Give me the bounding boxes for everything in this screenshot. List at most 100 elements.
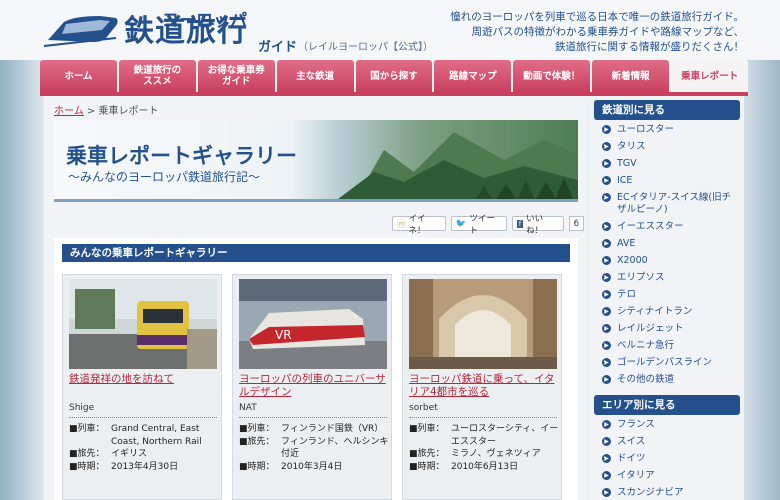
arrow-bullet-icon: ▶ — [602, 290, 611, 299]
meta-label: ■時期： — [409, 461, 445, 472]
meta-value: イギリス — [111, 449, 148, 459]
meta-value: 2010年3月4日 — [281, 461, 343, 472]
tagline-line: 鉄道旅行に関する情報が盛りだくさん！ — [555, 41, 744, 53]
meta-label: ■旅先： — [69, 449, 105, 459]
report-card[interactable]: ヨーロッパ鉄道に乗って、イタリア4都市を巡る sorbet ■列車： ユーロスター… — [402, 274, 562, 500]
report-card[interactable]: 鉄道発祥の地を訪ねて Shige ■列車： Grand Central, East… — [62, 274, 222, 500]
sidebar-railway-link[interactable]: ▶ シティナイトラン — [590, 304, 744, 321]
sidebar-area-label: イタリア — [617, 470, 655, 481]
meta-value: フィンランド、ヘルシンキ付近 — [281, 436, 389, 460]
mixi-like-button[interactable]: ⓜ イイネ！ — [392, 214, 446, 236]
sidebar-railway-link[interactable]: ▶ タリス — [590, 139, 744, 156]
tweet-label: ツイート — [469, 213, 495, 236]
sidebar-area-link[interactable]: ▶ ドイツ — [590, 451, 744, 468]
sidebar-railway-link[interactable]: ▶ ユーロスター — [590, 122, 744, 139]
sidebar-heading-by-area: エリア別に見る — [594, 395, 740, 415]
sidebar-area-link[interactable]: ▶ スカンジナビア — [590, 485, 744, 500]
train-photo-uk[interactable] — [69, 279, 217, 369]
arrow-bullet-icon: ▶ — [602, 375, 611, 384]
arrow-bullet-icon: ▶ — [602, 176, 611, 185]
railway-list: ▶ ユーロスター ▶ タリス ▶ TGV ▶ ICE ▶ ECイタリア-スイス線(旧チザルピーノ)… — [590, 122, 744, 389]
sidebar-railway-label: その他の鉄道 — [617, 374, 675, 385]
sidebar-railway-link[interactable]: ▶ イーエススター — [590, 219, 744, 236]
logo-title[interactable]: 鉄道旅行 — [124, 14, 248, 50]
sidebar-railway-link[interactable]: ▶ ECイタリア-スイス線(旧チザルピーノ) — [590, 190, 744, 219]
arrow-bullet-icon: ▶ — [602, 488, 611, 497]
nav-rail-travel-intro[interactable]: 鉄道旅行の ススメ — [118, 60, 196, 92]
report-title-link[interactable]: 鉄道発祥の地を訪ねて — [69, 373, 221, 386]
sidebar-railway-label: ベルニナ急行 — [617, 340, 675, 351]
meta-label: ■旅先： — [239, 436, 275, 447]
nav-video[interactable]: 動画で体験！ — [513, 60, 591, 92]
train-logo-icon[interactable] — [44, 12, 122, 50]
tagline-line: 周遊パスの特徴がわかる乗車券ガイドや路線マップなど、 — [471, 26, 744, 38]
sidebar-railway-link[interactable]: ▶ AVE — [590, 236, 744, 253]
sidebar-area-label: スカンジナビア — [617, 487, 684, 498]
breadcrumb-home-link[interactable]: ホーム — [54, 106, 84, 117]
meta-value: ミラノ、ヴェネツィア — [451, 449, 541, 459]
nav-ticket-guide[interactable]: お得な乗車券 ガイド — [197, 60, 275, 92]
sidebar-railway-label: テロ — [617, 289, 637, 300]
card-divider — [239, 417, 387, 418]
sidebar-railway-label: イーエススター — [617, 221, 684, 232]
sidebar-railway-label: シティナイトラン — [617, 306, 693, 317]
sidebar-railway-label: ECイタリア-スイス線(旧チザルピーノ) — [617, 192, 732, 215]
arrow-bullet-icon: ▶ — [602, 222, 611, 231]
arrow-bullet-icon: ▶ — [602, 437, 611, 446]
arrow-bullet-icon: ▶ — [602, 341, 611, 350]
nav-home[interactable]: ホーム — [40, 60, 117, 92]
logo-guide: ガイド — [258, 40, 298, 55]
facebook-icon: f — [516, 219, 524, 228]
sidebar-railway-label: X2000 — [617, 255, 648, 266]
facebook-like-button[interactable]: f いいね！ — [511, 214, 564, 236]
sidebar-railway-link[interactable]: ▶ ゴールデンパスライン — [590, 355, 744, 372]
sidebar-railway-label: レイルジェット — [617, 323, 684, 334]
arrow-bullet-icon: ▶ — [602, 358, 611, 367]
sidebar-railway-link[interactable]: ▶ TGV — [590, 156, 744, 173]
svg-text:VR: VR — [275, 328, 292, 342]
sidebar-railway-link[interactable]: ▶ ICE — [590, 173, 744, 190]
meta-value: ユーロスターシティ、イーエススター — [451, 424, 559, 447]
sidebar-area-link[interactable]: ▶ フランス — [590, 417, 744, 434]
report-meta: ■列車： Grand Central, East Coast, Northern … — [69, 423, 219, 473]
report-title-link[interactable]: ヨーロッパ鉄道に乗って、イタリア4都市を巡る — [409, 373, 561, 399]
nav-by-country[interactable]: 国から探す — [355, 60, 433, 92]
report-title-link[interactable]: ヨーロッパの列車のユニバーサルデザイン — [239, 373, 391, 399]
site-tagline: 憧れのヨーロッパを列車で巡る日本で唯一の鉄道旅行ガイド。 周遊パスの特徴がわかる… — [414, 10, 744, 55]
sidebar-railway-link[interactable]: ▶ ベルニナ急行 — [590, 338, 744, 355]
sidebar-area-link[interactable]: ▶ イタリア — [590, 468, 744, 485]
nav-news[interactable]: 新着情報 — [592, 60, 670, 92]
sidebar-railway-label: AVE — [617, 238, 636, 249]
meta-label: ■時期： — [239, 461, 275, 472]
sidebar-railway-link[interactable]: ▶ テロ — [590, 287, 744, 304]
facebook-like-count: 6 — [568, 216, 584, 231]
sidebar-railway-link[interactable]: ▶ X2000 — [590, 253, 744, 270]
gallery-banner: 乗車レポートギャラリー 〜みんなのヨーロッパ鉄道旅行記〜 — [54, 120, 578, 202]
sidebar-railway-link[interactable]: ▶ その他の鉄道 — [590, 372, 744, 389]
meta-label: ■列車： — [409, 424, 445, 434]
breadcrumb-current: 乗車レポート — [98, 106, 159, 117]
meta-value: 2013年4月30日 — [111, 461, 179, 472]
train-photo-finland[interactable]: VR — [239, 279, 387, 369]
nav-ride-report[interactable]: 乗車レポート — [671, 60, 749, 92]
mixi-icon: ⓜ — [397, 219, 406, 230]
sidebar-area-link[interactable]: ▶ スイス — [590, 434, 744, 451]
sidebar-railway-label: ICE — [617, 175, 633, 186]
arrow-bullet-icon: ▶ — [602, 454, 611, 463]
sidebar-railway-link[interactable]: ▶ エリプソス — [590, 270, 744, 287]
sidebar-railway-link[interactable]: ▶ レイルジェット — [590, 321, 744, 338]
nav-main-railways[interactable]: 主な鉄道 — [276, 60, 354, 92]
arrow-bullet-icon: ▶ — [602, 159, 611, 168]
sidebar-area-label: スイス — [617, 436, 646, 447]
nav-route-map[interactable]: 路線マップ — [434, 60, 512, 92]
card-divider — [69, 417, 217, 418]
tweet-button[interactable]: 🐦 ツイート — [450, 214, 507, 236]
card-divider — [409, 417, 557, 418]
breadcrumb: ホーム > 乗車レポート — [54, 102, 158, 117]
sidebar-railway-label: タリス — [617, 141, 646, 152]
main-content: ホーム > 乗車レポート 乗車レポートギャラリー 〜みんなのヨーロッパ鉄道旅行記… — [44, 96, 584, 500]
meta-label: ■時期： — [69, 461, 105, 472]
report-card[interactable]: VR ヨーロッパの列車のユニバーサルデザイン NAT ■列車： フィンランド国鉄（… — [232, 274, 392, 500]
station-photo-milan[interactable] — [409, 279, 557, 369]
arrow-bullet-icon: ▶ — [602, 239, 611, 248]
